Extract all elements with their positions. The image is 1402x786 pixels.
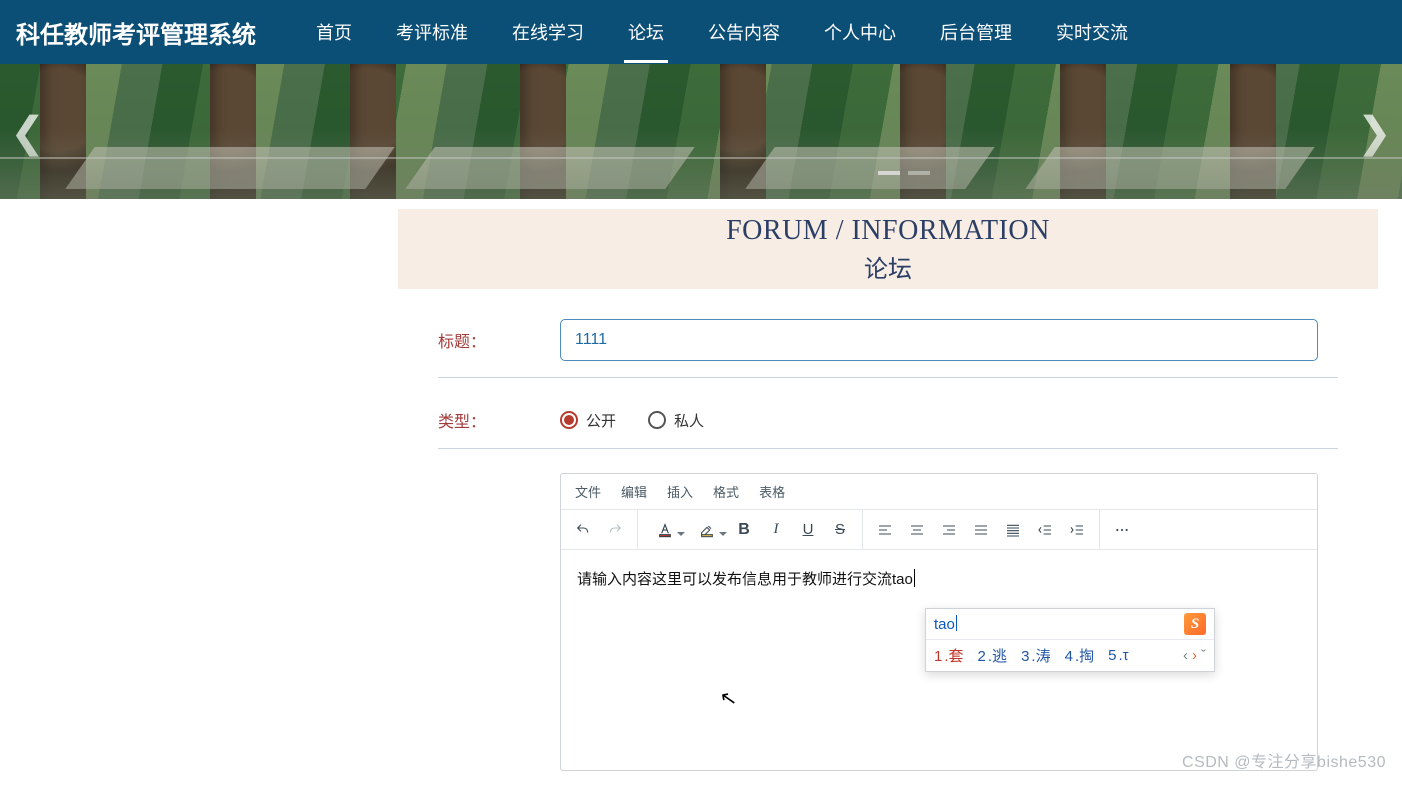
carousel-dot-2[interactable]	[908, 171, 930, 175]
ime-cand-4[interactable]: 4.掏	[1065, 645, 1095, 666]
brand-title: 科任教师考评管理系统	[16, 15, 256, 50]
section-title-cn: 论坛	[864, 249, 912, 284]
nav-item-announcement[interactable]: 公告内容	[708, 1, 780, 63]
italic-button[interactable]: I	[760, 515, 792, 545]
ime-nav: ‹ › ˇ	[1183, 647, 1206, 664]
section-title-en: FORUM / INFORMATION	[726, 215, 1050, 247]
caret-down-icon	[719, 532, 727, 540]
forum-form: 标题： 类型： 公开 私人	[438, 289, 1338, 449]
align-left-button[interactable]	[869, 515, 901, 545]
text-caret	[914, 569, 915, 587]
text-color-button[interactable]	[644, 515, 686, 545]
menu-edit[interactable]: 编辑	[621, 482, 647, 501]
carousel-next-icon[interactable]: ❯	[1357, 107, 1392, 156]
top-navbar: 科任教师考评管理系统 首页 考评标准 在线学习 论坛 公告内容 个人中心 后台管…	[0, 0, 1402, 64]
underline-button[interactable]: U	[792, 515, 824, 545]
nav-item-admin[interactable]: 后台管理	[940, 1, 1012, 63]
caret-down-icon	[677, 532, 685, 540]
ime-popup: tao S 1.套 2.逃 3.涛 4.掏 5.τ ‹ › ˇ	[925, 608, 1215, 672]
radio-public[interactable]: 公开	[560, 410, 616, 431]
carousel-dots	[878, 171, 930, 175]
row-title: 标题：	[438, 289, 1338, 378]
carousel-prev-icon[interactable]: ❮	[10, 107, 45, 156]
nav-item-home[interactable]: 首页	[316, 1, 352, 63]
ime-typed: tao	[934, 615, 957, 633]
more-button[interactable]	[1106, 515, 1138, 545]
title-input[interactable]	[560, 319, 1318, 361]
nav-items: 首页 考评标准 在线学习 论坛 公告内容 个人中心 后台管理 实时交流	[316, 1, 1128, 63]
row-type: 类型： 公开 私人	[438, 378, 1338, 449]
watermark: CSDN @专注分享bishe530	[1182, 748, 1386, 772]
menu-format[interactable]: 格式	[713, 482, 739, 501]
strikethrough-button[interactable]: S	[824, 515, 856, 545]
redo-button[interactable]	[599, 515, 631, 545]
radio-dot-icon	[560, 411, 578, 429]
radio-private-label: 私人	[674, 410, 704, 431]
radio-dot-icon	[648, 411, 666, 429]
undo-button[interactable]	[567, 515, 599, 545]
label-type: 类型：	[438, 408, 560, 432]
bold-button[interactable]: B	[728, 515, 760, 545]
ime-expand-icon[interactable]: ˇ	[1201, 647, 1206, 664]
highlight-color-button[interactable]	[686, 515, 728, 545]
ime-next-icon[interactable]: ›	[1192, 647, 1197, 664]
radio-public-label: 公开	[586, 410, 616, 431]
paragraph-button[interactable]	[997, 515, 1029, 545]
menu-file[interactable]: 文件	[575, 482, 601, 501]
ime-cand-2[interactable]: 2.逃	[978, 645, 1008, 666]
menu-insert[interactable]: 插入	[667, 482, 693, 501]
sogou-logo-icon: S	[1184, 613, 1206, 635]
radio-private[interactable]: 私人	[648, 410, 704, 431]
align-right-button[interactable]	[933, 515, 965, 545]
label-title: 标题：	[438, 328, 560, 352]
nav-item-standards[interactable]: 考评标准	[396, 1, 468, 63]
nav-item-forum[interactable]: 论坛	[628, 1, 664, 63]
type-radio-group: 公开 私人	[560, 410, 704, 431]
outdent-button[interactable]	[1029, 515, 1061, 545]
editor-menubar: 文件 编辑 插入 格式 表格	[561, 474, 1317, 510]
ime-cand-3[interactable]: 3.涛	[1021, 645, 1051, 666]
ime-cand-1[interactable]: 1.套	[934, 645, 964, 666]
carousel-dot-1[interactable]	[878, 171, 900, 175]
ime-prev-icon[interactable]: ‹	[1183, 647, 1188, 664]
menu-table[interactable]: 表格	[759, 482, 785, 501]
align-center-button[interactable]	[901, 515, 933, 545]
hero-banner: ❮ ❯	[0, 64, 1402, 199]
nav-item-profile[interactable]: 个人中心	[824, 1, 896, 63]
section-band: FORUM / INFORMATION 论坛	[398, 209, 1378, 289]
indent-button[interactable]	[1061, 515, 1093, 545]
ime-candidates: 1.套 2.逃 3.涛 4.掏 5.τ ‹ › ˇ	[926, 640, 1214, 671]
editor-toolbar: B I U S	[561, 510, 1317, 550]
nav-item-chat[interactable]: 实时交流	[1056, 1, 1128, 63]
ime-cand-5[interactable]: 5.τ	[1108, 647, 1128, 664]
nav-item-learning[interactable]: 在线学习	[512, 1, 584, 63]
align-justify-button[interactable]	[965, 515, 997, 545]
editor-text: 请输入内容这里可以发布信息用于教师进行交流tao	[577, 571, 913, 588]
